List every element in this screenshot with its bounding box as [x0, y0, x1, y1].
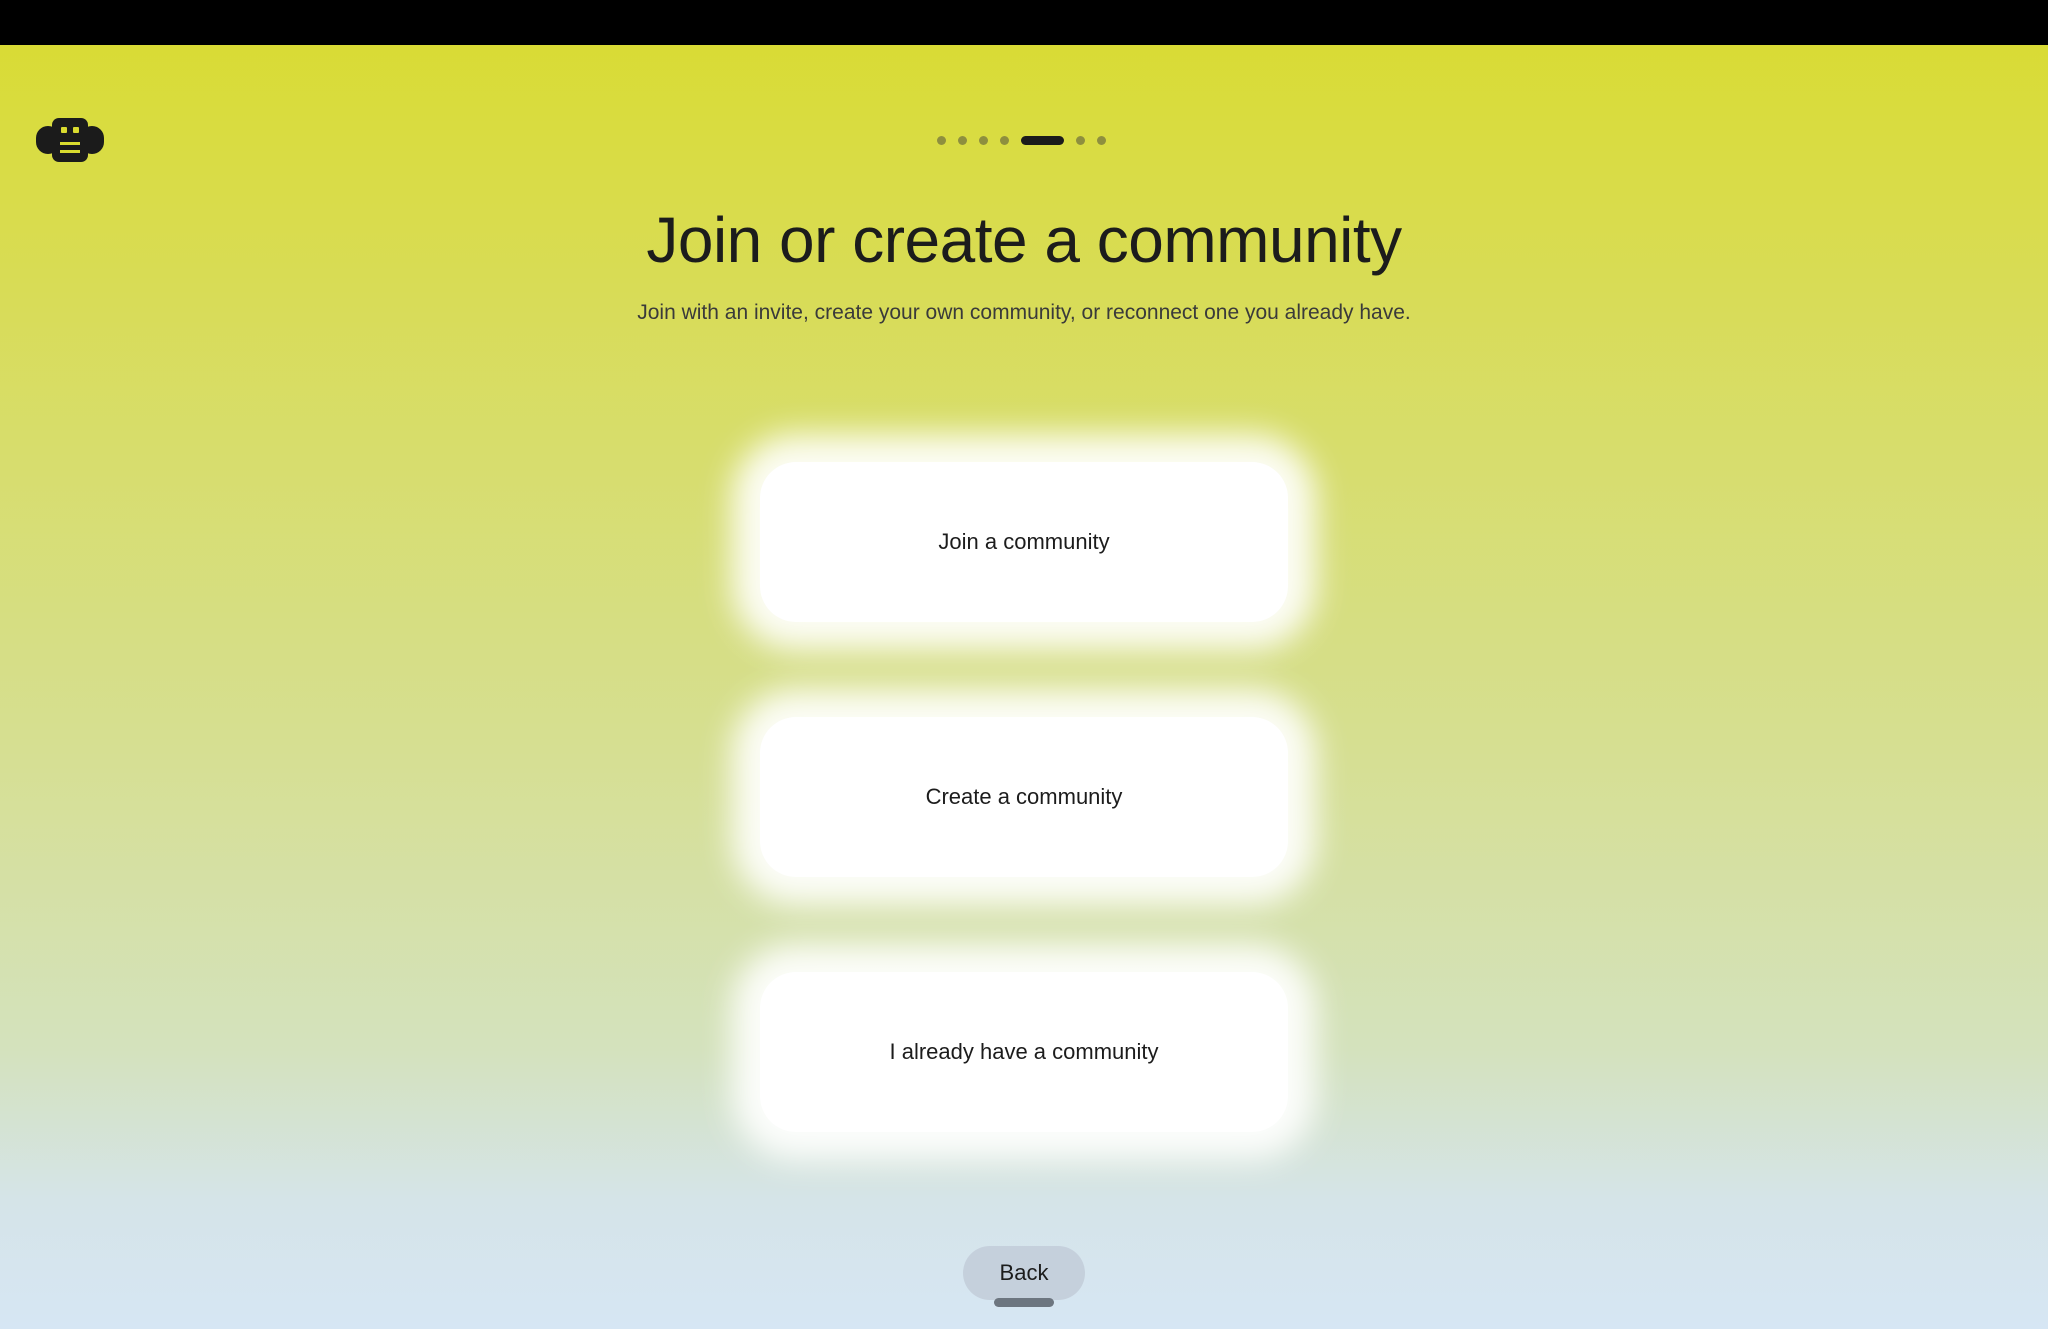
home-indicator[interactable]: [994, 1298, 1054, 1307]
robot-face-icon: [36, 116, 104, 164]
step-dot-active: [1021, 135, 1064, 145]
back-button[interactable]: Back: [963, 1246, 1085, 1300]
page-title: Join or create a community: [646, 204, 1402, 276]
step-indicator: [937, 135, 1111, 145]
step-dot: [937, 135, 946, 145]
step-dot: [979, 135, 988, 145]
onboarding-screen: Join or create a community Join with an …: [0, 0, 2048, 1329]
page-subtitle: Join with an invite, create your own com…: [637, 301, 1411, 324]
step-dot: [958, 135, 967, 145]
step-dot: [1076, 135, 1085, 145]
step-dot: [1000, 135, 1009, 145]
join-community-button[interactable]: Join a community: [760, 462, 1288, 622]
status-bar: [0, 0, 2048, 45]
create-community-button[interactable]: Create a community: [760, 717, 1288, 877]
existing-community-button[interactable]: I already have a community: [760, 972, 1288, 1132]
step-dot: [1097, 135, 1106, 145]
